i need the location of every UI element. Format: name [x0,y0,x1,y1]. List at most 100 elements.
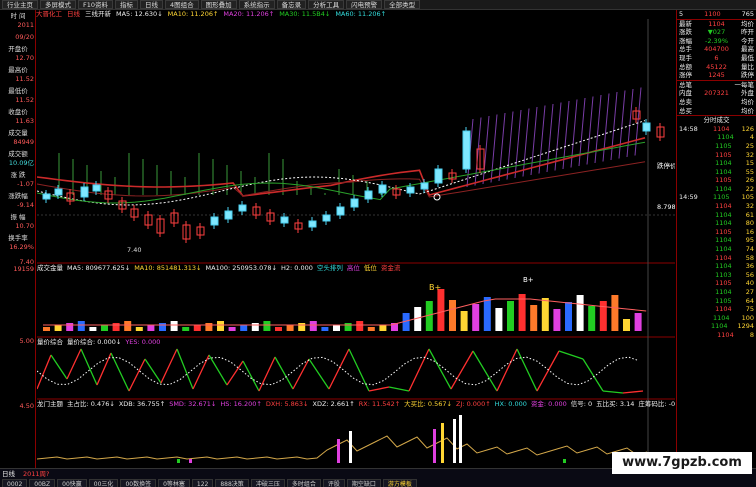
status-tab-9[interactable]: 多时组合 [286,479,321,487]
ticker-row[interactable]: 1104 1294 [677,322,756,331]
fan-line [586,96,594,165]
ticker-row[interactable]: 1105 32 [677,151,756,160]
volume-bar [182,327,190,331]
ticker-row[interactable]: 1104 27 [677,288,756,297]
toolbar-btn-1[interactable]: 多屏模式 [40,0,76,9]
price-layer [36,87,665,243]
ticker-list[interactable]: 14:58 1104 126 1104 4 1105 25 1105 32 1104 15 1104 5… [677,125,756,340]
left-label-8: 涨 跌 [10,171,26,179]
toolbar-btn-11[interactable]: 闪电预警 [346,0,383,9]
stock-name[interactable]: 大晋化工 [36,10,62,19]
ticker-row[interactable]: 1103 56 [677,271,756,280]
ticker-row[interactable]: 1104 100 [677,314,756,323]
ticker-volume: 61 [745,210,754,219]
toolbar-btn-0[interactable]: 行业主页 [2,0,38,9]
ticker-row[interactable]: 1104 58 [677,254,756,263]
toolbar-btn-7[interactable]: 图形叠加 [200,0,237,9]
toolbar-btn-6[interactable]: 4图组合 [165,0,199,9]
ticker-volume: 4 [749,133,754,142]
status-tab-6[interactable]: 122 [191,479,214,487]
ticker-volume: 55 [745,167,754,176]
ticker-row[interactable]: 1105 16 [677,228,756,237]
ticker-price: 1105 [715,176,732,185]
volume-bar [553,309,561,331]
toolbar-btn-12[interactable]: 全部类型 [384,0,421,9]
osc-segment [36,354,52,390]
ticker-volume: 75 [745,305,754,314]
quote-cell-b: 1104 [708,19,725,28]
ticker-time: 14:59 [679,193,698,202]
toolbar-btn-9[interactable]: 备忘录 [276,0,307,9]
volume-bar [309,321,317,331]
limit-tag: 跌停价 [657,161,675,170]
ticker-price: 1104 [715,184,732,193]
ticker-row[interactable]: 1104 95 [677,236,756,245]
ticker-row[interactable]: 1104 15 [677,159,756,168]
status-tab-1[interactable]: 00BZ [29,479,56,487]
ticker-row[interactable]: 1104 32 [677,202,756,211]
ticker-row[interactable]: 14:58 1104 126 [677,125,756,134]
left-value-10: 10.70 [15,222,34,230]
ticker-row[interactable]: 1104 22 [677,185,756,194]
ticker-row[interactable]: 14:59 1105 105 [677,193,756,202]
ticker-row[interactable]: 1104 75 [677,305,756,314]
ticker-row[interactable]: 1104 36 [677,262,756,271]
volume-bar [541,298,549,331]
quote-cell-a: 总额 [679,62,692,71]
ticker-price: 1104 [715,253,732,262]
ticker-row[interactable]: 1104 4 [677,133,756,142]
status-tab-8[interactable]: 冲破三压 [250,479,285,487]
status-tab-4[interactable]: 00数换签 [120,479,157,487]
volume-bar [333,325,340,331]
ticker-row[interactable]: 1104 80 [677,219,756,228]
signal-circle [433,193,441,201]
quote-cell-a: 总买 [679,106,692,115]
status-tab-12[interactable]: 游方模板 [382,479,417,487]
status-tab-0[interactable]: 0002 [2,479,28,487]
volume-bar [240,325,248,331]
toolbar-btn-10[interactable]: 分析工具 [308,0,345,9]
ticker-volume: 95 [745,236,754,245]
ticker-row[interactable]: 1105 25 [677,142,756,151]
left-label-11: 换手率 [8,234,28,242]
period-label[interactable]: 日线 [67,10,80,19]
volume-bar [530,305,538,331]
toolbar-btn-8[interactable]: 系统指示 [238,0,275,9]
fan-line [626,88,634,158]
ticker-row[interactable]: 1104 55 [677,168,756,177]
ticker-row[interactable]: 1104 8 [677,331,756,340]
volume-bar [251,323,259,331]
bottom-head-14: 庄筹码比: -0.54 [638,400,675,408]
chart-area[interactable]: 8.798 7.40 跌停价 B+ B+ 成交金量 MA5: 809677.62… [36,19,677,467]
quote-row-2: 涨跌 ▼027 昨开 [677,28,756,37]
quote-row-1: 最新 1104 均价 [677,18,756,29]
osc-segment [388,386,410,392]
ticker-row[interactable]: 1105 64 [677,297,756,306]
left-label-0: 时 间 [10,12,26,20]
toolbar-btn-3[interactable]: F10资料 [78,0,114,9]
fan-line [506,111,514,180]
bottom-bar [337,439,340,463]
status-tab-5[interactable]: 0等林塞 [158,479,190,487]
ticker-row[interactable]: 1104 74 [677,245,756,254]
toolbar-btn-4[interactable]: 指标 [115,0,139,9]
status-tab-3[interactable]: 00三化 [88,479,119,487]
ticker-price: 1104 [710,322,728,331]
quote-cell-a: 内盘 [679,89,692,98]
status-tab-11[interactable]: 期空缺口 [346,479,381,487]
candle-body [92,184,101,192]
candle-body [350,198,359,208]
ticker-row[interactable]: 1105 40 [677,279,756,288]
toolbar-btn-5[interactable]: 日线 [140,0,164,9]
watermark: www.7gpzb.com [612,452,752,474]
status-tab-2[interactable]: 00快赢 [57,479,87,487]
status-tab-7[interactable]: 888决策 [215,479,249,487]
status-tab-10[interactable]: 评股 [322,479,345,487]
ticker-price: 1105 [715,296,732,305]
ticker-row[interactable]: 1105 26 [677,176,756,185]
quote-cell-c: 均价 [741,106,754,115]
volume-bar [298,323,306,331]
bottom-bar [177,459,180,463]
ticker-row[interactable]: 1104 61 [677,211,756,220]
quote-cell-a: 总手 [679,45,692,54]
